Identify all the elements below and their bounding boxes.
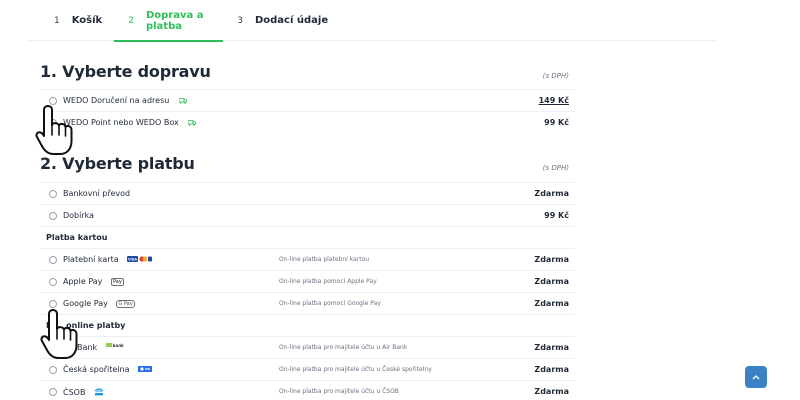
option-label: WEDO Point nebo WEDO Box bbox=[63, 118, 179, 127]
step-label: Dodací údaje bbox=[254, 15, 329, 26]
radio-button[interactable] bbox=[49, 256, 57, 264]
card-logos-icon: VISA bbox=[127, 255, 153, 264]
truck-icon bbox=[188, 120, 197, 126]
svg-text:VISA: VISA bbox=[128, 257, 137, 262]
option-price: Zdarma bbox=[534, 299, 569, 308]
payment-option-air-bank[interactable]: Bank bank On-line platba pro majitele úč… bbox=[40, 336, 575, 358]
shipping-vat-note: (s DPH) bbox=[542, 72, 569, 80]
option-label: Bankovní převod bbox=[63, 189, 131, 198]
option-description: On-line platba pro majitele účtu u ČSOB bbox=[279, 388, 399, 395]
option-label: WEDO Doručení na adresu bbox=[63, 96, 170, 105]
option-price: 99 Kč bbox=[544, 118, 569, 127]
csob-icon bbox=[94, 387, 104, 398]
payment-option-cash-on-delivery[interactable]: Dobírka 99 Kč bbox=[40, 204, 575, 226]
payment-option-bank-transfer[interactable]: Bankovní převod Zdarma bbox=[40, 182, 575, 204]
radio-button[interactable] bbox=[49, 388, 57, 396]
checkout-steps: 1 Košík 2 Doprava a platba 3 Dodací údaj… bbox=[40, 0, 340, 42]
radio-button[interactable] bbox=[49, 366, 57, 374]
option-label: Česká spořitelna bbox=[63, 365, 130, 374]
apple-pay-icon: Pay bbox=[110, 277, 124, 286]
step-delivery-details[interactable]: 3 Dodací údaje bbox=[223, 0, 340, 41]
option-price: Zdarma bbox=[534, 343, 569, 352]
option-price: Zdarma bbox=[534, 189, 569, 198]
option-price: Zdarma bbox=[534, 255, 569, 264]
truck-icon bbox=[178, 98, 187, 104]
step-shipping-payment[interactable]: 2 Doprava a platba bbox=[114, 0, 224, 42]
payment-vat-note: (s DPH) bbox=[542, 164, 569, 172]
option-price: 99 Kč bbox=[544, 211, 569, 220]
google-pay-icon: G Pay bbox=[116, 299, 135, 308]
step-cart[interactable]: 1 Košík bbox=[40, 0, 114, 41]
option-label: Platební karta bbox=[63, 255, 119, 264]
shipping-option-wedo-address[interactable]: WEDO Doručení na adresu 149 Kč bbox=[40, 89, 575, 111]
shipping-option-wedo-point[interactable]: WEDO Point nebo WEDO Box 99 Kč bbox=[40, 111, 575, 133]
option-description: On-line platba pro majitele účtu u Air B… bbox=[279, 344, 408, 351]
step-number: 3 bbox=[237, 15, 243, 26]
option-description: On-line platba pomocí Apple Pay bbox=[279, 278, 377, 285]
payment-option-google-pay[interactable]: Google Pay G Pay On-line platba pomocí G… bbox=[40, 292, 575, 314]
option-description: On-line platba pomocí Google Pay bbox=[279, 300, 381, 307]
radio-button[interactable] bbox=[49, 212, 57, 220]
option-description: On-line platba platební kartou bbox=[279, 256, 370, 263]
shipping-section-title: 1. Vyberte dopravu bbox=[40, 62, 211, 81]
option-price: Zdarma bbox=[534, 365, 569, 374]
option-description: On-line platba pro majitele účtu u České… bbox=[279, 366, 432, 373]
hand-pointer-cursor-icon bbox=[40, 309, 78, 359]
option-label: Apple Pay bbox=[63, 277, 103, 286]
radio-button[interactable] bbox=[49, 190, 57, 198]
air-bank-icon: bank bbox=[105, 342, 124, 349]
chevron-up-icon bbox=[752, 375, 760, 380]
step-number: 1 bbox=[54, 15, 60, 26]
step-label: Košík bbox=[71, 15, 103, 26]
scroll-to-top-button[interactable] bbox=[745, 366, 767, 388]
ceska-sporitelna-icon bbox=[138, 365, 153, 374]
payment-option-ceska-sporitelna[interactable]: Česká spořitelna On-line platba pro maji… bbox=[40, 358, 575, 380]
payment-option-apple-pay[interactable]: Apple Pay Pay On-line platba pomocí Appl… bbox=[40, 270, 575, 292]
option-label: ČSOB bbox=[63, 388, 86, 397]
step-label: Doprava a platba bbox=[145, 9, 204, 32]
payment-option-card[interactable]: Platební karta VISA On-line platba plate… bbox=[40, 248, 575, 270]
radio-button[interactable] bbox=[49, 278, 57, 286]
option-price: Zdarma bbox=[534, 277, 569, 286]
step-number: 2 bbox=[128, 15, 134, 26]
payment-option-csob[interactable]: ČSOB On-line platba pro majitele účtu u … bbox=[40, 380, 575, 400]
option-label: Dobírka bbox=[63, 211, 95, 220]
option-price: Zdarma bbox=[534, 387, 569, 396]
card-payment-group-title: Platba kartou bbox=[46, 233, 108, 242]
option-price: 149 Kč bbox=[538, 96, 569, 105]
hand-pointer-cursor-icon bbox=[35, 105, 73, 155]
group-divider bbox=[40, 226, 575, 248]
